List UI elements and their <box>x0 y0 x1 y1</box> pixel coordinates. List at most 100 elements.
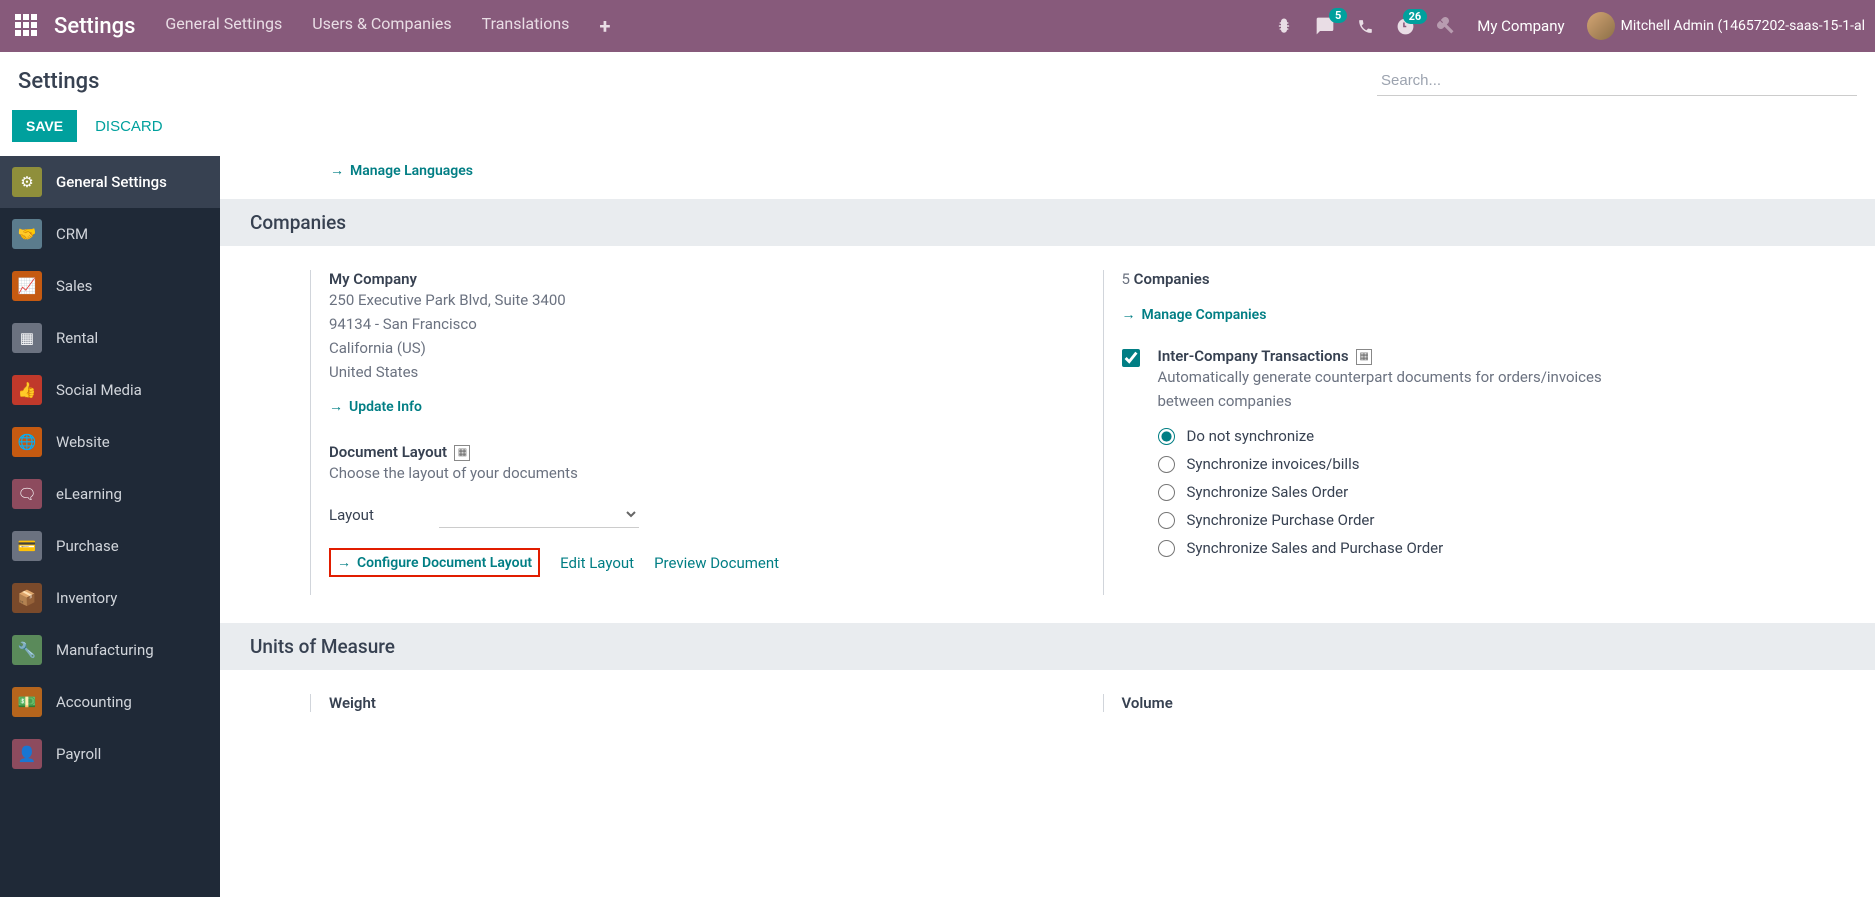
sidebar-item-purchase[interactable]: 💳 Purchase <box>0 520 220 572</box>
company-addr4: United States <box>329 360 1063 384</box>
nav-translations[interactable]: Translations <box>482 14 570 38</box>
sidebar-item-label: General Settings <box>56 173 167 191</box>
company-switcher[interactable]: My Company <box>1477 17 1564 35</box>
section-companies: Companies <box>220 199 1875 246</box>
sidebar-item-payroll[interactable]: 👤 Payroll <box>0 728 220 780</box>
sync-radio[interactable] <box>1158 512 1175 529</box>
sidebar-item-crm[interactable]: 🤝CRM <box>0 208 220 260</box>
sync-radio-label: Synchronize Purchase Order <box>1187 511 1375 529</box>
manage-languages-link[interactable]: →Manage Languages <box>330 162 473 179</box>
sidebar-item-rental[interactable]: ▦Rental <box>0 312 220 364</box>
sync-radio[interactable] <box>1158 456 1175 473</box>
sidebar-icon: 🌐 <box>12 427 42 457</box>
sidebar-icon: 💵 <box>12 687 42 717</box>
sidebar-icon: 📦 <box>12 583 42 613</box>
company-addr3: California (US) <box>329 336 1063 360</box>
volume-label: Volume <box>1122 694 1856 712</box>
nav-users-companies[interactable]: Users & Companies <box>312 14 451 38</box>
control-panel: Settings <box>0 52 1875 102</box>
sync-radio-label: Synchronize invoices/bills <box>1187 455 1360 473</box>
sidebar-item-manufacturing[interactable]: 🔧 Manufacturing <box>0 624 220 676</box>
phone-icon[interactable] <box>1357 18 1374 35</box>
top-nav: General Settings Users & Companies Trans… <box>165 14 610 38</box>
sidebar-item-sales[interactable]: 📈 Sales <box>0 260 220 312</box>
sync-option-1[interactable]: Synchronize invoices/bills <box>1158 455 1638 473</box>
sidebar-icon: 📈 <box>12 271 42 301</box>
company-addr1: 250 Executive Park Blvd, Suite 3400 <box>329 288 1063 312</box>
sync-radio[interactable] <box>1158 428 1175 445</box>
sync-radio-label: Synchronize Sales Order <box>1187 483 1349 501</box>
sidebar-icon: 👍 <box>12 375 42 405</box>
activities-icon[interactable]: 26 <box>1396 17 1415 36</box>
sidebar-icon: ▦ <box>12 323 42 353</box>
edit-layout-link[interactable]: Edit Layout <box>560 554 634 572</box>
content: →Manage Languages Companies My Company 2… <box>220 156 1875 897</box>
weight-label: Weight <box>329 694 1063 712</box>
user-menu[interactable]: Mitchell Admin (14657202-saas-15-1-al <box>1587 12 1865 40</box>
sidebar: ⚙ General Settings 🤝CRM 📈 Sales ▦Rental 👍 Socia… <box>0 156 220 897</box>
sidebar-item-label: Sales <box>56 277 92 295</box>
topbar: Settings General Settings Users & Compan… <box>0 0 1875 52</box>
sidebar-item-general-settings[interactable]: ⚙ General Settings <box>0 156 220 208</box>
arrow-right-icon: → <box>330 162 344 179</box>
sidebar-item-label: Payroll <box>56 745 101 763</box>
sidebar-item-website[interactable]: 🌐 Website <box>0 416 220 468</box>
arrow-right-icon: → <box>329 398 343 415</box>
intercompany-label: Inter-Company Transactions <box>1158 347 1349 365</box>
enterprise-icon: ▦ <box>454 445 470 461</box>
sidebar-item-label: Purchase <box>56 537 119 555</box>
activities-badge: 26 <box>1403 9 1428 24</box>
sidebar-item-label: eLearning <box>56 485 122 503</box>
sidebar-icon: ⚙ <box>12 167 42 197</box>
app-brand: Settings <box>54 14 135 39</box>
sidebar-item-label: Manufacturing <box>56 641 154 659</box>
sidebar-icon: 👤 <box>12 739 42 769</box>
sync-option-0[interactable]: Do not synchronize <box>1158 427 1638 445</box>
save-button[interactable]: SAVE <box>12 110 77 142</box>
user-name: Mitchell Admin (14657202-saas-15-1-al <box>1621 18 1865 34</box>
preview-document-link[interactable]: Preview Document <box>654 554 779 572</box>
layout-field-label: Layout <box>329 506 439 524</box>
company-addr2: 94134 - San Francisco <box>329 312 1063 336</box>
sidebar-item-inventory[interactable]: 📦 Inventory <box>0 572 220 624</box>
sync-option-4[interactable]: Synchronize Sales and Purchase Order <box>1158 539 1638 557</box>
home-menu-icon[interactable] <box>15 14 39 38</box>
sidebar-icon: 💳 <box>12 531 42 561</box>
sidebar-icon: 🗨 <box>12 479 42 509</box>
update-info-link[interactable]: →Update Info <box>329 398 422 415</box>
sidebar-item-accounting[interactable]: 💵Accounting <box>0 676 220 728</box>
sidebar-item-elearning[interactable]: 🗨 eLearning <box>0 468 220 520</box>
arrow-right-icon: → <box>1122 306 1136 323</box>
sync-radio-label: Do not synchronize <box>1187 427 1315 445</box>
nav-add-icon[interactable]: + <box>599 14 610 38</box>
avatar-icon <box>1587 12 1615 40</box>
sidebar-item-social-media[interactable]: 👍 Social Media <box>0 364 220 416</box>
tools-icon[interactable] <box>1437 17 1455 35</box>
sidebar-item-label: Website <box>56 433 110 451</box>
manage-companies-link[interactable]: →Manage Companies <box>1122 306 1267 323</box>
configure-document-layout-link[interactable]: →Configure Document Layout <box>337 554 532 571</box>
action-bar: SAVE DISCARD <box>0 102 1875 156</box>
sidebar-icon: 🔧 <box>12 635 42 665</box>
discard-button[interactable]: DISCARD <box>95 118 163 135</box>
sync-option-3[interactable]: Synchronize Purchase Order <box>1158 511 1638 529</box>
layout-select[interactable] <box>439 501 639 528</box>
sidebar-item-label: Inventory <box>56 589 117 607</box>
sidebar-item-label: Social Media <box>56 381 142 399</box>
intercompany-checkbox[interactable] <box>1122 349 1140 367</box>
search-wrapper <box>1377 66 1857 96</box>
messages-icon[interactable]: 5 <box>1315 16 1335 36</box>
sidebar-icon: 🤝 <box>12 219 42 249</box>
sync-radio[interactable] <box>1158 540 1175 557</box>
sync-option-2[interactable]: Synchronize Sales Order <box>1158 483 1638 501</box>
intercompany-sub: Automatically generate counterpart docum… <box>1158 365 1638 413</box>
nav-general-settings[interactable]: General Settings <box>165 14 282 38</box>
companies-count: 5 <box>1122 270 1130 288</box>
sync-radio[interactable] <box>1158 484 1175 501</box>
messages-badge: 5 <box>1329 8 1347 23</box>
page-title: Settings <box>18 69 99 94</box>
document-layout-sub: Choose the layout of your documents <box>329 461 1063 485</box>
search-input[interactable] <box>1377 66 1857 95</box>
debug-icon[interactable] <box>1275 17 1293 35</box>
arrow-right-icon: → <box>337 554 351 571</box>
